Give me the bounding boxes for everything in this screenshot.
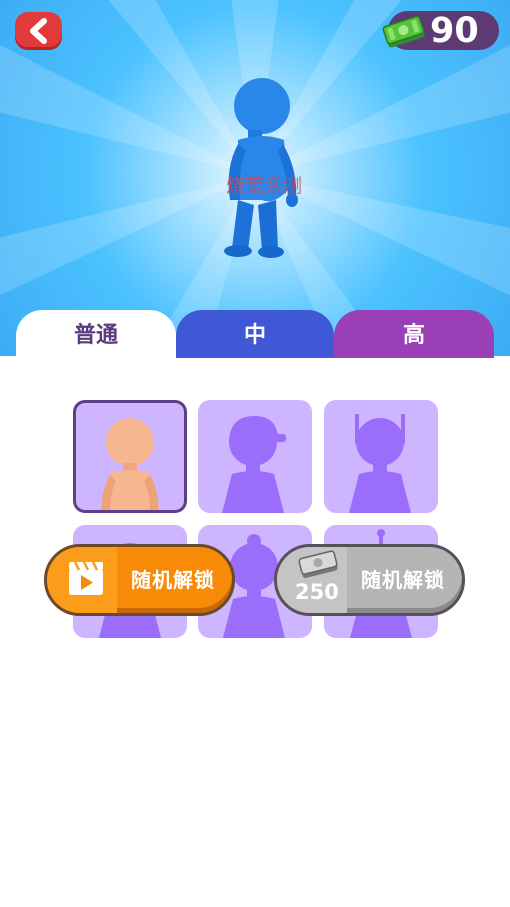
tab-medium[interactable]: 中	[176, 310, 334, 358]
unlock-price: 250	[295, 580, 339, 604]
video-unlock-label: 随机解锁	[131, 568, 215, 592]
currency-amount: 90	[430, 11, 479, 51]
character-preview: 烧荒亲测	[0, 0, 510, 356]
cash-stack-icon	[382, 15, 425, 48]
locked-character-silhouette-icon	[349, 414, 411, 513]
back-button[interactable]	[15, 12, 62, 50]
skin-cell-locked[interactable]	[198, 400, 312, 513]
coin-unlock-label: 随机解锁	[361, 568, 445, 592]
coin-icon-area: 250	[277, 547, 347, 613]
video-icon	[69, 561, 103, 595]
unlocked-character-icon	[100, 418, 160, 510]
coin-unlock-button[interactable]: 250 随机解锁	[274, 544, 465, 616]
tab-high[interactable]: 高	[334, 310, 494, 358]
watermark-text: 烧荒亲测	[226, 175, 303, 197]
video-unlock-button[interactable]: 随机解锁	[44, 544, 235, 616]
skin-cell-selected[interactable]	[73, 400, 187, 513]
skin-cell-locked[interactable]	[324, 400, 438, 513]
video-icon-area	[47, 547, 117, 613]
chevron-left-icon	[30, 18, 47, 44]
tab-normal[interactable]: 普通	[16, 310, 176, 358]
locked-character-silhouette-icon	[222, 416, 286, 513]
